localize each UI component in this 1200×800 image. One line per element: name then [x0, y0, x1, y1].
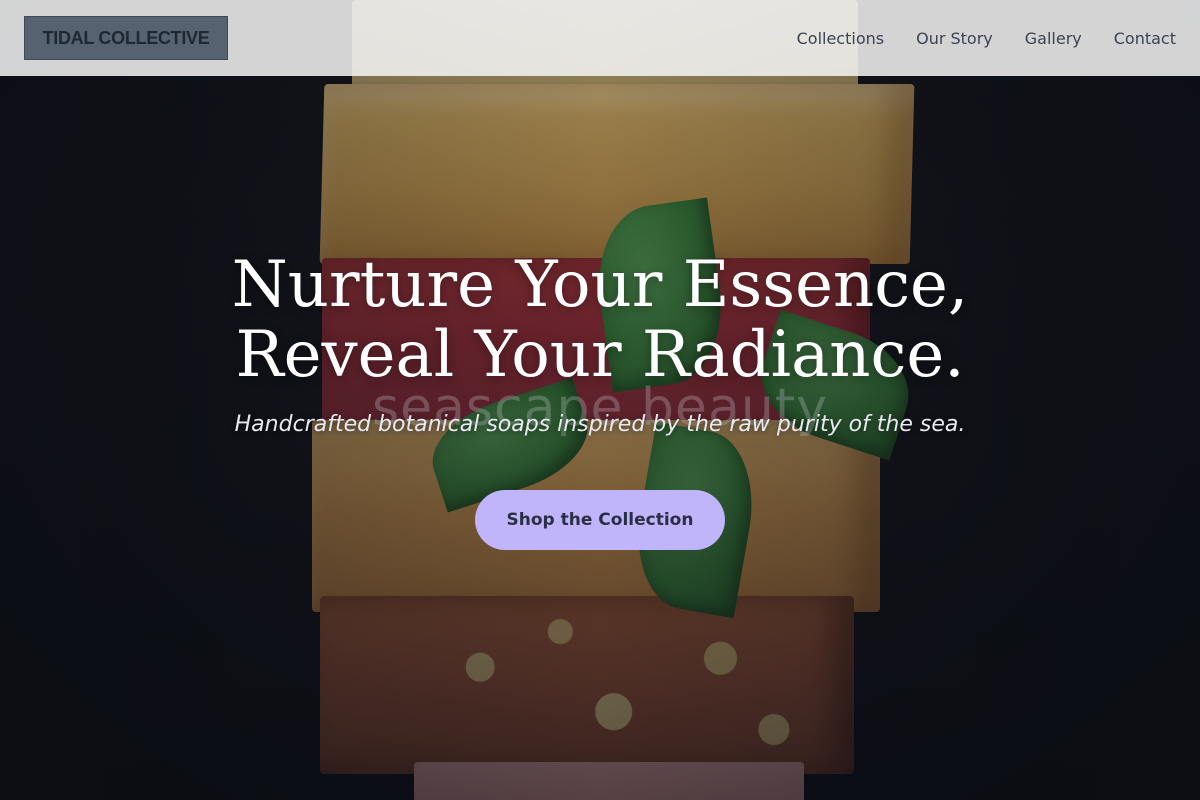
main-nav: Collections Our Story Gallery Contact	[797, 0, 1176, 76]
nav-link-gallery[interactable]: Gallery	[1025, 29, 1082, 48]
hero-subtitle: Handcrafted botanical soaps inspired by …	[234, 412, 966, 437]
hero-title-line-2: Reveal Your Radiance.	[235, 318, 965, 392]
shop-collection-button[interactable]: Shop the Collection	[475, 490, 725, 550]
hero-title: Nurture Your Essence, Reveal Your Radian…	[0, 250, 1200, 390]
brand-logo[interactable]: TIDAL COLLECTIVE	[24, 16, 228, 60]
nav-link-contact[interactable]: Contact	[1114, 29, 1176, 48]
site-header: TIDAL COLLECTIVE Collections Our Story G…	[0, 0, 1200, 76]
nav-link-collections[interactable]: Collections	[797, 29, 884, 48]
hero-section: Nurture Your Essence, Reveal Your Radian…	[0, 250, 1200, 437]
landing-page: TIDAL COLLECTIVE Collections Our Story G…	[0, 0, 1200, 800]
hero-title-line-1: Nurture Your Essence,	[231, 248, 969, 322]
nav-link-our-story[interactable]: Our Story	[916, 29, 993, 48]
